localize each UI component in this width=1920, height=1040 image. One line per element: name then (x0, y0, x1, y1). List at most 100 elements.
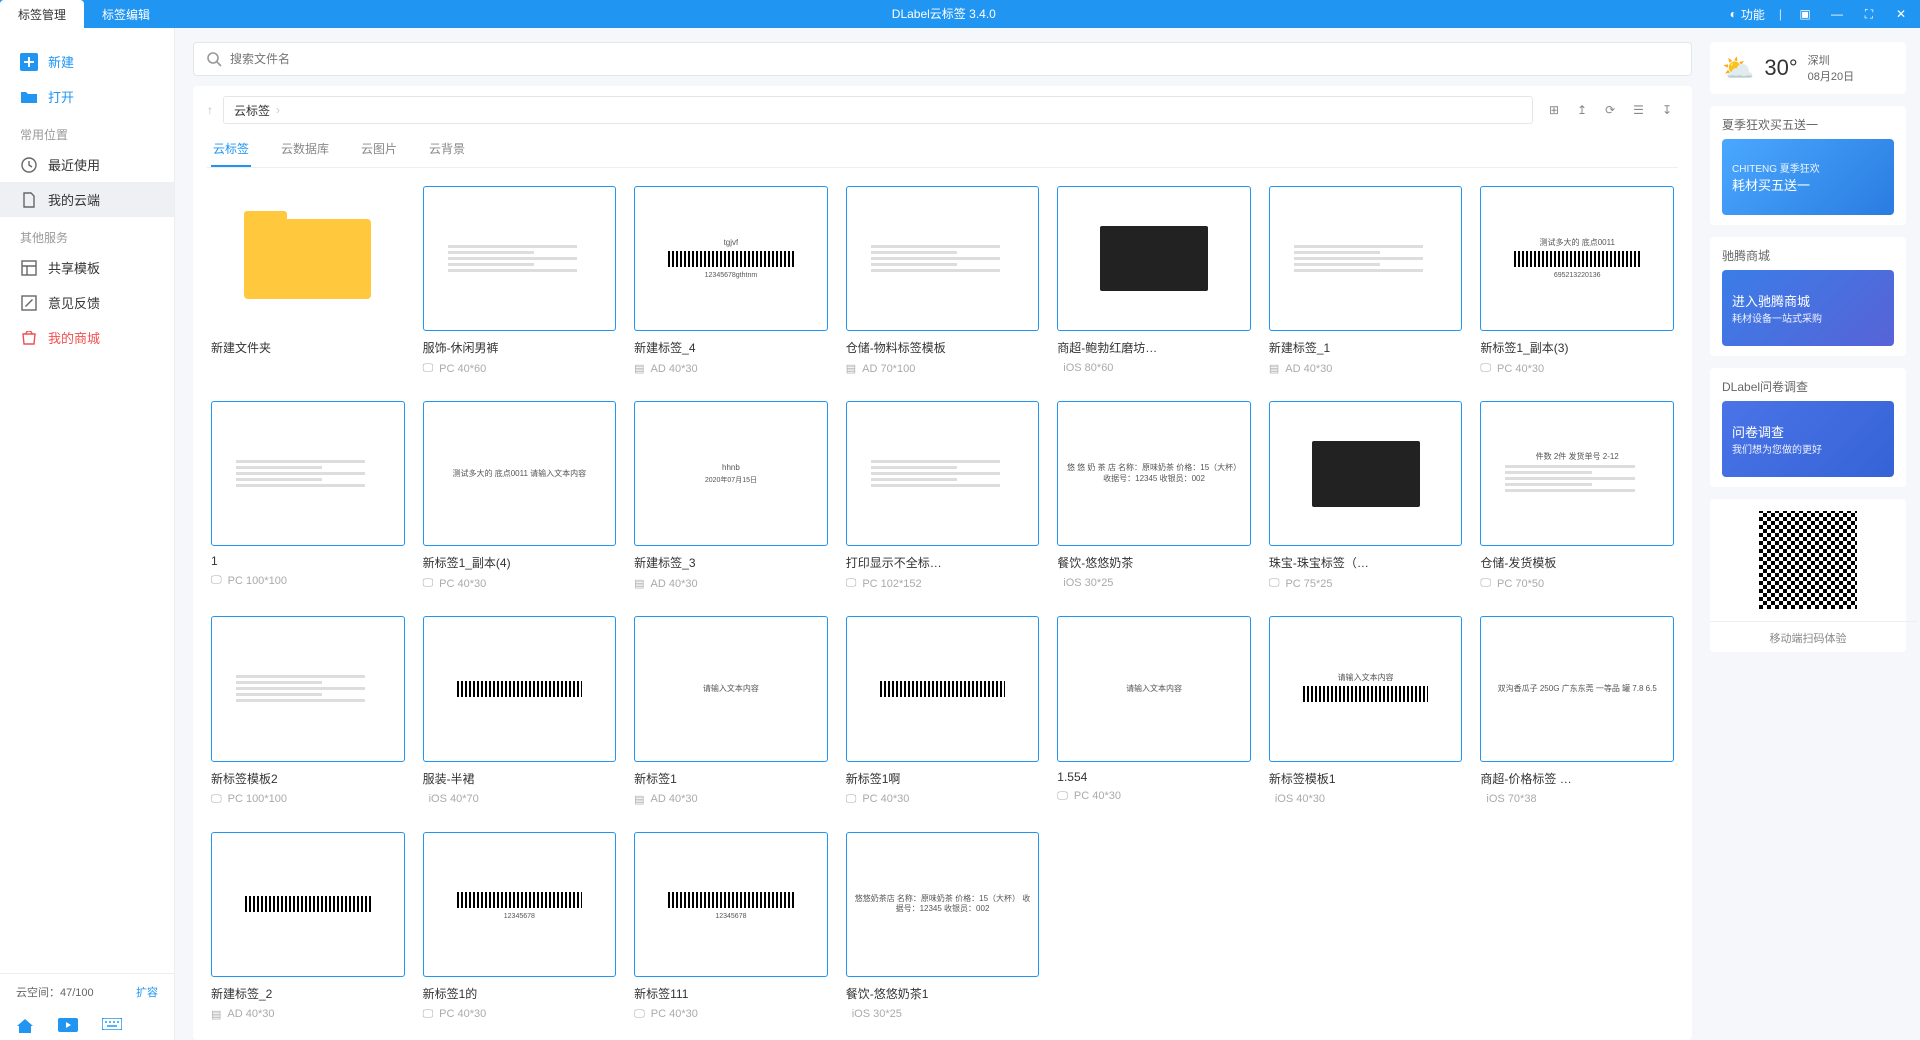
label-thumb: 请输入文本内容 (1269, 616, 1463, 761)
grid-item[interactable]: tgjvf12345678gthtnm新建标签_4▤AD 40*30 (634, 186, 828, 375)
upload-icon[interactable]: ↥ (1577, 103, 1587, 117)
shop-icon (20, 329, 38, 347)
search-icon (206, 51, 222, 67)
app-title: DLabel云标签 3.4.0 (168, 0, 1720, 28)
item-meta: 🖵PC 40*30 (846, 793, 1040, 806)
label-thumb: 双沟香瓜子 250G 广东东莞 一等品 罐 7.8 6.5 (1480, 616, 1674, 761)
label-thumb: 悠悠奶茶店 名称：原味奶茶 价格：15（大杯） 收据号：12345 收银员：00… (846, 832, 1040, 977)
weather-date: 08月20日 (1808, 68, 1854, 84)
refresh-icon[interactable]: ⟳ (1605, 103, 1615, 117)
grid-item[interactable]: 服饰-休闲男裤🖵PC 40*60 (423, 186, 617, 375)
sidebar-share-template[interactable]: 共享模板 (0, 250, 174, 285)
grid-item[interactable]: 打印显示不全标…🖵PC 102*152 (846, 401, 1040, 590)
grid-item[interactable]: 12345678新标签111🖵PC 40*30 (634, 832, 828, 1021)
sidebar-section-common: 常用位置 (0, 114, 174, 147)
grid-item[interactable]: 件数 2件 发货单号 2-12仓储-发货模板🖵PC 70*50 (1480, 401, 1674, 590)
grid-item[interactable]: 仓储-物料标签模板 ▤AD 70*100 (846, 186, 1040, 375)
keyboard-icon[interactable] (102, 1018, 122, 1034)
item-name: 服装-半裙 (423, 770, 617, 787)
grid-item[interactable]: 新建标签_2▤AD 40*30 (211, 832, 405, 1021)
video-icon[interactable] (58, 1018, 78, 1034)
grid-item[interactable]: 1🖵PC 100*100 (211, 401, 405, 590)
weather-temp: 30° (1764, 55, 1797, 80)
item-name: 1 (211, 554, 405, 568)
sidebar-mycloud[interactable]: 我的云端 (0, 182, 174, 217)
label-thumb: 测试多大的 底点0011 请输入文本内容 (423, 401, 617, 546)
subtab-cloud-image[interactable]: 云图片 (359, 134, 399, 167)
promo-banner-1[interactable]: CHITENG 夏季狂欢 耗材买五送一 (1722, 139, 1894, 215)
breadcrumb-back[interactable]: ↑ (207, 103, 213, 117)
grid-item[interactable]: 新标签1啊🖵PC 40*30 (846, 616, 1040, 805)
label-thumb (1057, 186, 1251, 331)
grid-item[interactable]: 新标签模板2🖵PC 100*100 (211, 616, 405, 805)
label-thumb (1269, 401, 1463, 546)
grid-item[interactable]: 请输入文本内容1.554🖵PC 40*30 (1057, 616, 1251, 805)
cloud-file-icon (20, 191, 38, 209)
breadcrumb[interactable]: 云标签 › (223, 96, 1533, 124)
item-name: 仓储-物料标签模板 (846, 339, 1040, 356)
tab-label-manage[interactable]: 标签管理 (0, 0, 84, 28)
folder-open-icon (20, 88, 38, 106)
item-meta: 🖵PC 40*30 (1057, 790, 1251, 803)
grid-item[interactable]: 双沟香瓜子 250G 广东东莞 一等品 罐 7.8 6.5商超-价格标签 …iO… (1480, 616, 1674, 805)
grid-item[interactable]: 请输入文本内容新标签1▤AD 40*30 (634, 616, 828, 805)
minimize-button[interactable]: — (1828, 7, 1846, 21)
expand-space-link[interactable]: 扩容 (136, 984, 158, 1000)
search-box[interactable] (193, 42, 1692, 76)
sidebar-feedback[interactable]: 意见反馈 (0, 285, 174, 320)
sidebar-share-label: 共享模板 (48, 258, 100, 277)
cloud-space: 云空间：47/100 扩容 (16, 984, 158, 1000)
promo-title-3: DLabel问卷调查 (1722, 378, 1894, 395)
sidebar-recent[interactable]: 最近使用 (0, 147, 174, 182)
subtab-cloud-bg[interactable]: 云背景 (427, 134, 467, 167)
grid-item[interactable]: 新建标签_1▤AD 40*30 (1269, 186, 1463, 375)
promo1-line2: 耗材买五送一 (1732, 175, 1884, 194)
promo-banner-2[interactable]: 进入驰腾商城 耗材设备一站式采购 (1722, 270, 1894, 346)
item-name: 新标签1_副本(4) (423, 554, 617, 571)
grid-item[interactable]: 新建文件夹 (211, 186, 405, 375)
tab-label-edit[interactable]: 标签编辑 (84, 0, 168, 28)
new-folder-icon[interactable]: ⊞ (1549, 103, 1559, 117)
sidebar-new[interactable]: 新建 (0, 44, 174, 79)
item-name: 新标签1 (634, 770, 828, 787)
subtab-cloud-db[interactable]: 云数据库 (279, 134, 331, 167)
promo-section-1: 夏季狂欢买五送一 CHITENG 夏季狂欢 耗材买五送一 (1710, 106, 1906, 225)
grid-item[interactable]: 商超-鲍勃红磨坊…iOS 80*60 (1057, 186, 1251, 375)
promo-title-1: 夏季狂欢买五送一 (1722, 116, 1894, 133)
label-thumb (846, 616, 1040, 761)
label-thumb (1269, 186, 1463, 331)
right-column: ⛅ 30° 深圳 08月20日 夏季狂欢买五送一 CHITENG 夏季狂欢 耗材… (1710, 28, 1920, 1040)
label-thumb: 12345678 (634, 832, 828, 977)
sidebar-open[interactable]: 打开 (0, 79, 174, 114)
grid-item[interactable]: 测试多大的 底点0011695213220136新标签1_副本(3)🖵PC 40… (1480, 186, 1674, 375)
sidebar: 新建 打开 常用位置 最近使用 我的云端 其他服务 共享模板 (0, 28, 175, 1040)
item-meta: 🖵PC 40*30 (1480, 362, 1674, 375)
home-icon[interactable] (16, 1018, 34, 1034)
promo3-line1: 问卷调查 (1732, 422, 1884, 441)
grid-item[interactable]: 12345678新标签1的🖵PC 40*30 (423, 832, 617, 1021)
search-input[interactable] (230, 52, 1679, 66)
item-name: 商超-价格标签 … (1480, 770, 1674, 787)
maximize-button[interactable]: ⛶ (1860, 7, 1878, 22)
file-grid: 新建文件夹服饰-休闲男裤🖵PC 40*60tgjvf12345678gthtnm… (207, 168, 1678, 1040)
download-icon[interactable]: ↧ (1662, 103, 1672, 117)
close-button[interactable]: ✕ (1892, 7, 1910, 21)
view-toggle-icon[interactable]: ☰ (1633, 103, 1644, 117)
notification-icon[interactable]: ▣ (1796, 7, 1814, 21)
function-menu[interactable]: ◐ 功能 (1730, 6, 1765, 23)
grid-item[interactable]: 请输入文本内容新标签模板1iOS 40*30 (1269, 616, 1463, 805)
grid-item[interactable]: 悠悠奶茶店 名称：原味奶茶 价格：15（大杯） 收据号：12345 收银员：00… (846, 832, 1040, 1021)
promo-title-2: 驰腾商城 (1722, 247, 1894, 264)
promo-banner-3[interactable]: 问卷调查 我们想为您做的更好 (1722, 401, 1894, 477)
promo-section-3: DLabel问卷调查 问卷调查 我们想为您做的更好 (1710, 368, 1906, 487)
item-meta: ▤AD 70*100 (846, 362, 1040, 375)
grid-item[interactable]: 服装-半裙iOS 40*70 (423, 616, 617, 805)
subtab-cloud-label[interactable]: 云标签 (211, 134, 251, 167)
grid-item[interactable]: 珠宝-珠宝标签（…🖵PC 75*25 (1269, 401, 1463, 590)
grid-item[interactable]: hhnb2020年07月15日新建标签_3▤AD 40*30 (634, 401, 828, 590)
item-meta: ▤AD 40*30 (1269, 362, 1463, 375)
qr-card: 移动端扫码体验 (1710, 499, 1906, 652)
grid-item[interactable]: 悠 悠 奶 茶 店 名称：原味奶茶 价格：15（大杯） 收据号：12345 收银… (1057, 401, 1251, 590)
grid-item[interactable]: 测试多大的 底点0011 请输入文本内容新标签1_副本(4)🖵PC 40*30 (423, 401, 617, 590)
sidebar-shop[interactable]: 我的商城 (0, 320, 174, 355)
